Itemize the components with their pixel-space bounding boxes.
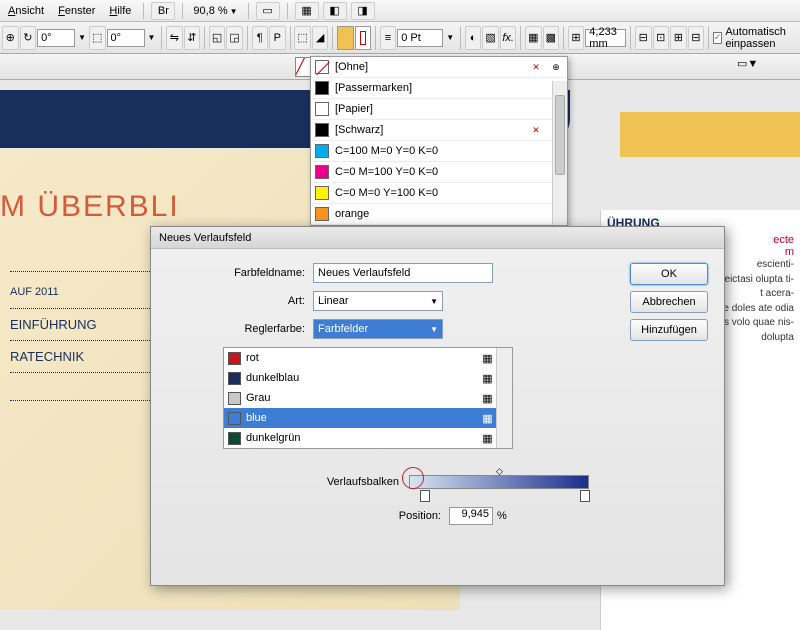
swatch-row[interactable]: Grau▦▩ bbox=[224, 388, 512, 408]
new-gradient-dialog: Neues Verlaufsfeld OK Abbrechen Hinzufüg… bbox=[150, 226, 725, 586]
swatches-panel: [Ohne]✕⊕[Passermarken]⊕[Papier][Schwarz]… bbox=[310, 56, 568, 226]
screen-mode-icon[interactable]: ▭ bbox=[256, 2, 280, 20]
gradient-stop-1[interactable] bbox=[420, 490, 430, 502]
angle1-field[interactable]: 0° bbox=[37, 29, 75, 47]
select-container-icon[interactable]: ◱ bbox=[209, 26, 226, 50]
stroke-swatch[interactable] bbox=[355, 26, 372, 50]
align-icon-1[interactable]: ⊟ bbox=[635, 26, 652, 50]
add-button[interactable]: Hinzufügen bbox=[630, 319, 708, 341]
swatch-row[interactable]: [Passermarken]⊕ bbox=[311, 78, 567, 99]
position-field[interactable]: 9,945 bbox=[449, 507, 493, 525]
fit-content-icon[interactable]: ▩ bbox=[543, 26, 560, 50]
fx-icon[interactable]: fx. bbox=[500, 26, 517, 50]
corner-icon[interactable]: ◢ bbox=[312, 26, 329, 50]
name-label: Farbfeldname: bbox=[163, 267, 313, 279]
reglerfarbe-select[interactable]: Farbfelder▼ bbox=[313, 319, 443, 339]
art-label: Art: bbox=[163, 295, 313, 307]
flip-h-icon[interactable]: ⇋ bbox=[166, 26, 183, 50]
dialog-swatch-list[interactable]: rot▦▩dunkelblau▦▩Grau▦▩blue▦▩dunkelgrün▦… bbox=[223, 347, 513, 449]
swatch-row[interactable]: orange▦ bbox=[311, 204, 567, 225]
char-p-icon[interactable]: P bbox=[269, 26, 286, 50]
frame-grid-icon[interactable]: ⊞ bbox=[568, 26, 585, 50]
ref-point-icon[interactable]: ⊕ bbox=[2, 26, 19, 50]
paragraph-icon[interactable]: ¶ bbox=[252, 26, 269, 50]
fit-frame-icon[interactable]: ▦ bbox=[525, 26, 542, 50]
menu-hilfe[interactable]: Hilfe bbox=[103, 3, 137, 19]
stroke-weight-field[interactable]: 0 Pt bbox=[397, 29, 443, 47]
swatch-row[interactable]: C=100 M=0 Y=0 K=0▦ bbox=[311, 141, 567, 162]
arrange-icon-2[interactable]: ◧ bbox=[323, 2, 347, 20]
swatch-row[interactable]: [Schwarz]✕▦ bbox=[311, 120, 567, 141]
swatch-row[interactable]: C=0 M=0 Y=100 K=0▦ bbox=[311, 183, 567, 204]
bridge-icon[interactable]: Br bbox=[151, 2, 175, 20]
flip-v-icon[interactable]: ⇵ bbox=[184, 26, 201, 50]
yellow-block bbox=[620, 112, 800, 157]
gradient-ramp[interactable]: ◇ bbox=[409, 475, 589, 489]
align-icon-2[interactable]: ⊡ bbox=[653, 26, 670, 50]
align-icon-4[interactable]: ⊟ bbox=[688, 26, 705, 50]
drop-shadow-icon[interactable]: ▧ bbox=[482, 26, 499, 50]
swatch-row[interactable]: dunkelgrün▦▩ bbox=[224, 428, 512, 448]
arrange-icon-3[interactable]: ◨ bbox=[351, 2, 375, 20]
align-icon-3[interactable]: ⊞ bbox=[670, 26, 687, 50]
ok-button[interactable]: OK bbox=[630, 263, 708, 285]
effects-icon[interactable]: ◐ bbox=[465, 26, 482, 50]
stroke-style-dropdown[interactable]: ▭▼ bbox=[737, 57, 765, 77]
position-label: Position: bbox=[163, 510, 449, 522]
menubar: AAnsichtnsicht Fenster Hilfe Br 90,8 %▼ … bbox=[0, 0, 800, 22]
reglerfarbe-label: Reglerfarbe: bbox=[163, 323, 313, 335]
mm-field[interactable]: 4,233 mm bbox=[585, 29, 626, 47]
dialog-swatch-scrollbar[interactable] bbox=[496, 348, 512, 448]
shear-icon[interactable]: ⬚ bbox=[89, 26, 106, 50]
percent-label: % bbox=[497, 510, 507, 522]
arrange-icon-1[interactable]: ▦ bbox=[295, 2, 319, 20]
lock-icon: ✕ bbox=[529, 60, 543, 74]
swatch-row[interactable]: blue▦▩ bbox=[224, 408, 512, 428]
swatch-row[interactable]: [Papier] bbox=[311, 99, 567, 120]
swatch-scrollbar[interactable] bbox=[552, 81, 567, 225]
menu-ansicht[interactable]: AAnsichtnsicht bbox=[2, 3, 50, 19]
text-wrap-icon[interactable]: ⬚ bbox=[294, 26, 311, 50]
rotate-icon[interactable]: ↻ bbox=[20, 26, 37, 50]
control-bar: ⊕ ↻ 0°▼ ⬚ 0°▼ ⇋ ⇵ ◱ ◲ ¶ P ⬚ ◢ ≡ 0 Pt▼ ◐ … bbox=[0, 22, 800, 54]
fill-swatch[interactable] bbox=[337, 26, 354, 50]
swatch-row[interactable]: C=0 M=100 Y=0 K=0▦ bbox=[311, 162, 567, 183]
menu-fenster[interactable]: Fenster bbox=[52, 3, 101, 19]
gradient-stop-2[interactable] bbox=[580, 490, 590, 502]
gradient-label: Verlaufsbalken bbox=[163, 476, 409, 488]
lock-icon: ✕ bbox=[529, 123, 543, 137]
select-content-icon[interactable]: ◲ bbox=[226, 26, 243, 50]
dialog-titlebar[interactable]: Neues Verlaufsfeld bbox=[151, 227, 724, 249]
swatch-row[interactable]: dunkelblau▦▩ bbox=[224, 368, 512, 388]
midpoint-icon[interactable]: ◇ bbox=[496, 466, 503, 477]
angle2-field[interactable]: 0° bbox=[107, 29, 145, 47]
art-select[interactable]: Linear▼ bbox=[313, 291, 443, 311]
color-mode-icon: ⊕ bbox=[549, 60, 563, 74]
annotation-circle bbox=[402, 467, 424, 489]
cancel-button[interactable]: Abbrechen bbox=[630, 291, 708, 313]
stroke-weight-icon: ≡ bbox=[380, 26, 397, 50]
zoom-level[interactable]: 90,8 %▼ bbox=[189, 3, 241, 19]
autofit-checkbox[interactable]: ✓Automatisch einpassen bbox=[713, 26, 798, 50]
name-input[interactable] bbox=[313, 263, 493, 283]
swatch-row[interactable]: rot▦▩ bbox=[224, 348, 512, 368]
swatch-row[interactable]: [Ohne]✕⊕ bbox=[311, 57, 567, 78]
